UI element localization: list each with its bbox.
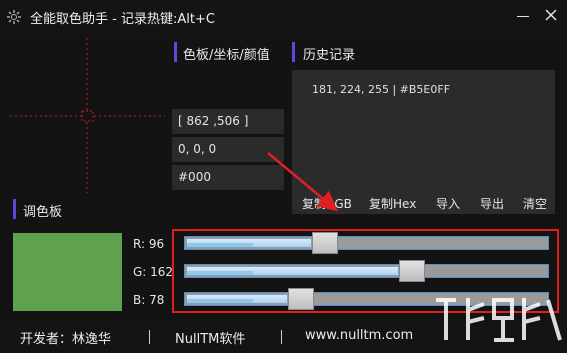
blue-channel-label: B: 78 — [133, 293, 165, 307]
rgb-value: 0, 0, 0 — [172, 137, 284, 162]
website-link[interactable]: www.nulltm.com — [305, 328, 413, 343]
clear-button[interactable]: 清空 — [523, 195, 547, 212]
window-title: 全能取色助手 - 记录热键:Alt+C — [30, 12, 215, 27]
history-entry[interactable]: 181, 224, 255 | #B5E0FF — [312, 83, 450, 96]
history-title: 历史记录 — [303, 48, 356, 63]
brand-name: NullTM软件 — [175, 332, 246, 347]
minimize-button[interactable] — [512, 4, 534, 26]
magnifier-crosshair — [10, 38, 165, 193]
color-swatch — [13, 233, 122, 311]
import-button[interactable]: 导入 — [436, 195, 460, 212]
export-button[interactable]: 导出 — [480, 195, 504, 212]
hex-value: #000 — [172, 165, 284, 190]
copy-rgb-button[interactable]: 复制RGB — [302, 195, 352, 212]
palette-title: 调色板 — [23, 205, 63, 220]
section-accent-bar — [13, 199, 16, 219]
green-channel-label: G: 162 — [133, 265, 174, 279]
app-logo-icon — [7, 10, 21, 24]
history-actions: 复制RGB 复制Hex 导入 导出 清空 — [292, 192, 555, 214]
footer-divider — [281, 330, 282, 344]
section-accent-bar — [174, 42, 177, 62]
section-accent-bar — [292, 42, 295, 62]
footer-divider — [149, 330, 150, 344]
developer-credit: 开发者：林逸华 — [20, 332, 112, 347]
watermark-logo — [436, 298, 562, 342]
coords-value: [ 862 ,506 ] — [172, 109, 284, 134]
red-channel-label: R: 96 — [133, 237, 165, 251]
color-section-title: 色板/坐标/颜值 — [183, 48, 270, 63]
close-icon[interactable] — [540, 4, 562, 26]
copy-hex-button[interactable]: 复制Hex — [369, 195, 416, 212]
